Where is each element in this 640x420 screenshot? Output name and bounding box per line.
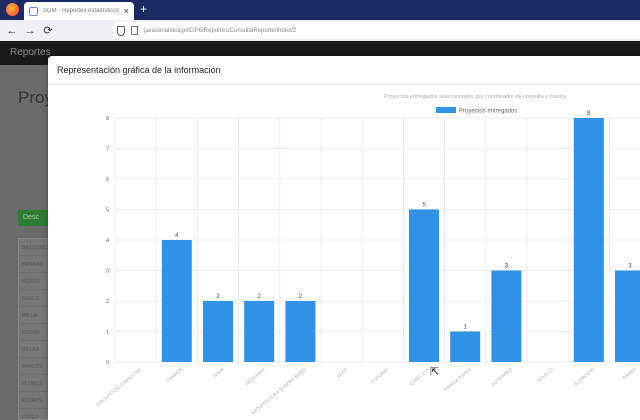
y-tick-label: 4 xyxy=(106,238,109,244)
download-label: Desc xyxy=(23,214,39,221)
y-tick-label: 6 xyxy=(106,177,109,183)
bar-value-label: 2 xyxy=(258,294,262,300)
y-tick-label: 3 xyxy=(106,269,109,275)
background-table: BASCONES HERRAD HOFOS BASCO PALLA DURAN … xyxy=(18,238,50,420)
table-row: BASCO xyxy=(19,290,49,307)
url-bar[interactable]: javaserialdesign/CIP6/Reportes/ConsultaR… xyxy=(113,22,640,39)
x-tick-label: GAVA xyxy=(212,367,224,378)
forward-arrow-icon[interactable]: → xyxy=(21,25,39,37)
table-row: LOPEZ xyxy=(19,409,49,420)
table-row: HOFOS xyxy=(19,273,49,290)
reload-icon[interactable]: ⟳ xyxy=(39,24,57,37)
back-arrow-icon[interactable]: ← xyxy=(3,25,21,37)
tab-title: SGM - Reportes estadísticos d... xyxy=(43,8,119,14)
bar xyxy=(285,301,316,362)
x-tick-label: CIRCUITO DE CONSULTAS xyxy=(95,367,142,408)
x-tick-label: GUTIERREZ xyxy=(490,367,513,388)
tracking-shield-icon[interactable] xyxy=(117,25,125,36)
bar-value-label: 2 xyxy=(299,294,303,300)
bar xyxy=(409,209,439,362)
tab-close-icon[interactable]: × xyxy=(124,6,129,16)
mouse-cursor-icon: ⇱ xyxy=(430,366,440,378)
bar xyxy=(203,301,233,362)
bar xyxy=(491,270,522,362)
legend-label: Proyectos entregados xyxy=(459,109,517,115)
app-brand[interactable]: Reportes xyxy=(10,47,51,58)
x-tick-label: CAMPOS xyxy=(165,367,183,383)
y-tick-label: 0 xyxy=(106,360,109,366)
y-tick-label: 8 xyxy=(106,116,109,122)
y-tick-label: 7 xyxy=(106,147,109,153)
table-row: PALLA xyxy=(19,307,49,324)
bar-chart: Proyectos entregados seleccionados por c… xyxy=(95,94,640,416)
x-tick-label: DESIGNER xyxy=(245,366,267,385)
table-row: FLORES xyxy=(19,392,49,409)
x-tick-label: PARRA xyxy=(622,367,637,381)
bar xyxy=(161,240,192,362)
legend-swatch xyxy=(436,107,456,113)
chart-modal: Representación gráfica de la información… xyxy=(48,56,640,420)
download-button[interactable]: Desc xyxy=(18,210,52,226)
x-tick-label: ELEMENTO xyxy=(573,367,595,387)
chart-title: Proyectos entregados seleccionados por c… xyxy=(384,94,567,100)
page-favicon-icon xyxy=(29,6,38,16)
x-tick-label: COND. CLS xyxy=(409,367,431,387)
bar-value-label: 4 xyxy=(175,233,179,239)
new-tab-button[interactable]: + xyxy=(140,2,147,16)
y-tick-label: 5 xyxy=(106,208,109,214)
page-info-icon[interactable] xyxy=(131,26,138,35)
table-row: VILLAR xyxy=(19,341,49,358)
table-row: HERRAD xyxy=(19,256,49,273)
y-tick-label: 1 xyxy=(106,330,109,336)
bar xyxy=(244,301,275,362)
modal-header: Representación gráfica de la información xyxy=(48,56,640,85)
bar xyxy=(573,118,604,362)
bar-value-label: 1 xyxy=(464,325,468,331)
bar xyxy=(615,270,640,362)
bar-value-label: 3 xyxy=(505,264,509,270)
bar-value-label: 5 xyxy=(422,203,426,209)
table-row: ARAUJO xyxy=(19,358,49,375)
bar xyxy=(450,331,481,362)
y-tick-label: 2 xyxy=(106,299,109,305)
x-tick-label: CONSULTORES xyxy=(443,367,472,393)
firefox-icon[interactable] xyxy=(6,3,19,16)
bar-value-label: 2 xyxy=(216,294,220,300)
table-row: DURAN xyxy=(19,324,49,341)
table-row: BASCONES xyxy=(19,239,50,256)
x-tick-label: MAVILLO xyxy=(536,367,554,383)
browser-tab-bar: SGM - Reportes estadísticos d... × + xyxy=(0,0,640,20)
table-row: FLORES xyxy=(19,375,49,392)
url-text[interactable]: javaserialdesign/CIP6/Reportes/ConsultaR… xyxy=(144,28,296,34)
browser-tab[interactable]: SGM - Reportes estadísticos d... × xyxy=(24,2,134,20)
x-tick-label: EUROPAT xyxy=(370,367,390,385)
x-tick-label: DIVIS xyxy=(336,367,348,378)
bar-value-label: 3 xyxy=(628,264,632,270)
modal-title: Representación gráfica de la información xyxy=(57,65,221,75)
bar-value-label: 8 xyxy=(587,111,591,117)
